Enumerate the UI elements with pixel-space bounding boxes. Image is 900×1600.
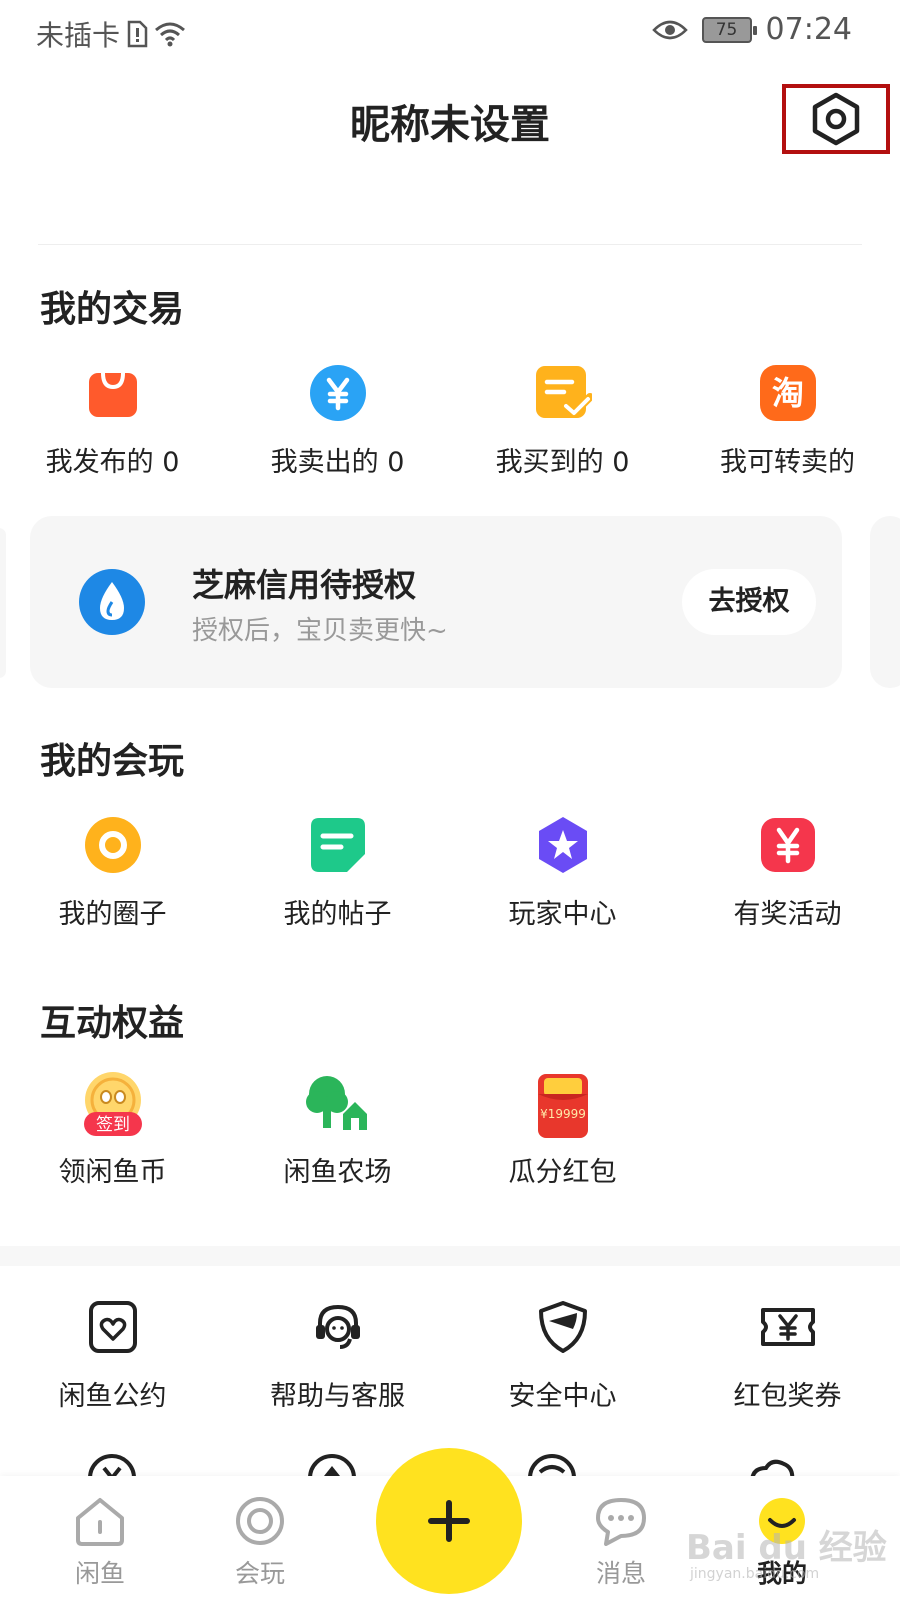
nav-home[interactable]: 闲鱼: [55, 1496, 145, 1590]
trade-label: 我可转卖的: [720, 447, 855, 478]
services-row: 闲鱼公约 帮助与客服 安全中心 红包奖券: [0, 1296, 900, 1413]
trade-row: 我发布的 0 我卖出的 0 我买到的 0 淘 我可转卖的: [0, 362, 900, 479]
trade-section-title: 我的交易: [40, 289, 185, 330]
trade-label: 我卖出的 0: [270, 447, 405, 478]
benefit-item-coins[interactable]: 签到 领闲鱼币: [0, 1070, 225, 1189]
play-item-posts[interactable]: 我的帖子: [225, 814, 450, 931]
play-label: 玩家中心: [508, 899, 617, 930]
nickname-title[interactable]: 昵称未设置: [0, 92, 900, 150]
service-item-coupons[interactable]: 红包奖券: [675, 1296, 900, 1413]
upload-icon: [308, 1454, 356, 1478]
carousel-prev-peek: [0, 528, 6, 678]
play-section-title: 我的会玩: [40, 741, 185, 782]
home-icon: [76, 1498, 124, 1546]
authorize-button[interactable]: 去授权: [682, 569, 816, 635]
order-check-icon: [532, 362, 594, 424]
smile-icon: [528, 1454, 576, 1478]
benefit-label: 瓜分红包: [508, 1157, 617, 1188]
benefit-item-redpacket[interactable]: ¥19999 瓜分红包: [450, 1070, 675, 1189]
settings-button[interactable]: [782, 84, 890, 154]
service-item-convention[interactable]: 闲鱼公约: [0, 1296, 225, 1413]
service-label: 红包奖券: [733, 1381, 842, 1412]
trade-item-bought[interactable]: 我买到的 0: [450, 362, 675, 479]
redpacket-badge-text: ¥19999: [540, 1107, 586, 1121]
play-label: 有奖活动: [733, 899, 842, 930]
benefit-item-farm[interactable]: 闲鱼农场: [225, 1070, 450, 1189]
headset-icon: [307, 1296, 369, 1358]
service-item-security[interactable]: 安全中心: [450, 1296, 675, 1413]
clock: 07:24: [765, 12, 852, 47]
watermark-url: jingyan.baidu.com: [690, 1566, 820, 1582]
circle-ring-icon: [82, 814, 144, 876]
header-divider: [38, 244, 862, 245]
trade-item-sold[interactable]: 我卖出的 0: [225, 362, 450, 479]
sim-alert-icon: [127, 20, 148, 48]
wallet-icon: [88, 1454, 136, 1478]
plus-icon: [428, 1500, 470, 1542]
eye-icon: [651, 20, 688, 39]
cloud-icon: [750, 1459, 795, 1478]
trade-label: 我发布的 0: [45, 447, 180, 478]
play-label: 我的帖子: [283, 899, 392, 930]
trade-item-resale[interactable]: 淘 我可转卖的: [675, 362, 900, 479]
wifi-icon: [155, 22, 185, 47]
farm-icon: [303, 1070, 373, 1140]
coupon-icon: [757, 1296, 819, 1358]
status-right: 75 07:24: [651, 12, 852, 47]
play-item-circles[interactable]: 我的圈子: [0, 814, 225, 931]
battery-icon: 75: [701, 16, 757, 43]
service-label: 安全中心: [508, 1381, 617, 1412]
shopping-bag-icon: [82, 362, 144, 424]
benefits-row: 签到 领闲鱼币 闲鱼农场 ¥19999 瓜分红包: [0, 1070, 900, 1189]
carrier-text: 未插卡: [36, 19, 121, 52]
message-icon: [596, 1498, 646, 1546]
benefit-label: 领闲鱼币: [58, 1157, 167, 1188]
nav-label: 会玩: [234, 1559, 285, 1588]
trade-label: 我买到的 0: [495, 447, 630, 478]
watermark: Bai du 经验: [686, 1528, 887, 1568]
play-row: 我的圈子 我的帖子 玩家中心 有奖活动: [0, 814, 900, 931]
checkin-badge-text: 签到: [96, 1115, 130, 1135]
play-circle-icon: [236, 1497, 284, 1545]
play-item-player-center[interactable]: 玩家中心: [450, 814, 675, 931]
header: 昵称未设置: [0, 62, 900, 182]
svg-text:淘: 淘: [771, 374, 803, 412]
gear-icon: [812, 92, 860, 146]
trade-item-published[interactable]: 我发布的 0: [0, 362, 225, 479]
service-label: 帮助与客服: [270, 1381, 405, 1412]
nav-label: 闲鱼: [74, 1559, 125, 1588]
red-envelope-icon: ¥19999: [528, 1070, 598, 1140]
status-left: 未插卡: [36, 14, 186, 54]
benefit-label: 闲鱼农场: [283, 1157, 392, 1188]
carousel-next-peek: [870, 516, 900, 688]
shield-icon: [532, 1296, 594, 1358]
service-item-help[interactable]: 帮助与客服: [225, 1296, 450, 1413]
credit-title: 芝麻信用待授权: [192, 566, 417, 604]
benefits-section-title: 互动权益: [40, 1003, 185, 1044]
service-label: 闲鱼公约: [58, 1381, 167, 1412]
prize-yuan-icon: [757, 814, 819, 876]
sesame-credit-icon: [78, 568, 146, 640]
post-icon: [307, 814, 369, 876]
heart-doc-icon: [82, 1296, 144, 1358]
nav-play[interactable]: 会玩: [215, 1496, 305, 1590]
nav-messages[interactable]: 消息: [576, 1496, 666, 1590]
taobao-icon: 淘: [757, 362, 819, 424]
publish-button[interactable]: [376, 1448, 522, 1594]
play-item-activities[interactable]: 有奖活动: [675, 814, 900, 931]
credit-subtitle: 授权后，宝贝卖更快~: [192, 616, 448, 646]
nav-label: 消息: [595, 1559, 646, 1588]
sesame-credit-card[interactable]: 芝麻信用待授权 授权后，宝贝卖更快~ 去授权: [30, 516, 842, 688]
yuan-coin-icon: [307, 362, 369, 424]
star-badge-icon: [532, 814, 594, 876]
section-gap: [0, 1246, 900, 1266]
checkin-icon: 签到: [78, 1070, 148, 1140]
status-bar: 未插卡 75 07:24: [0, 0, 900, 62]
play-label: 我的圈子: [58, 899, 167, 930]
